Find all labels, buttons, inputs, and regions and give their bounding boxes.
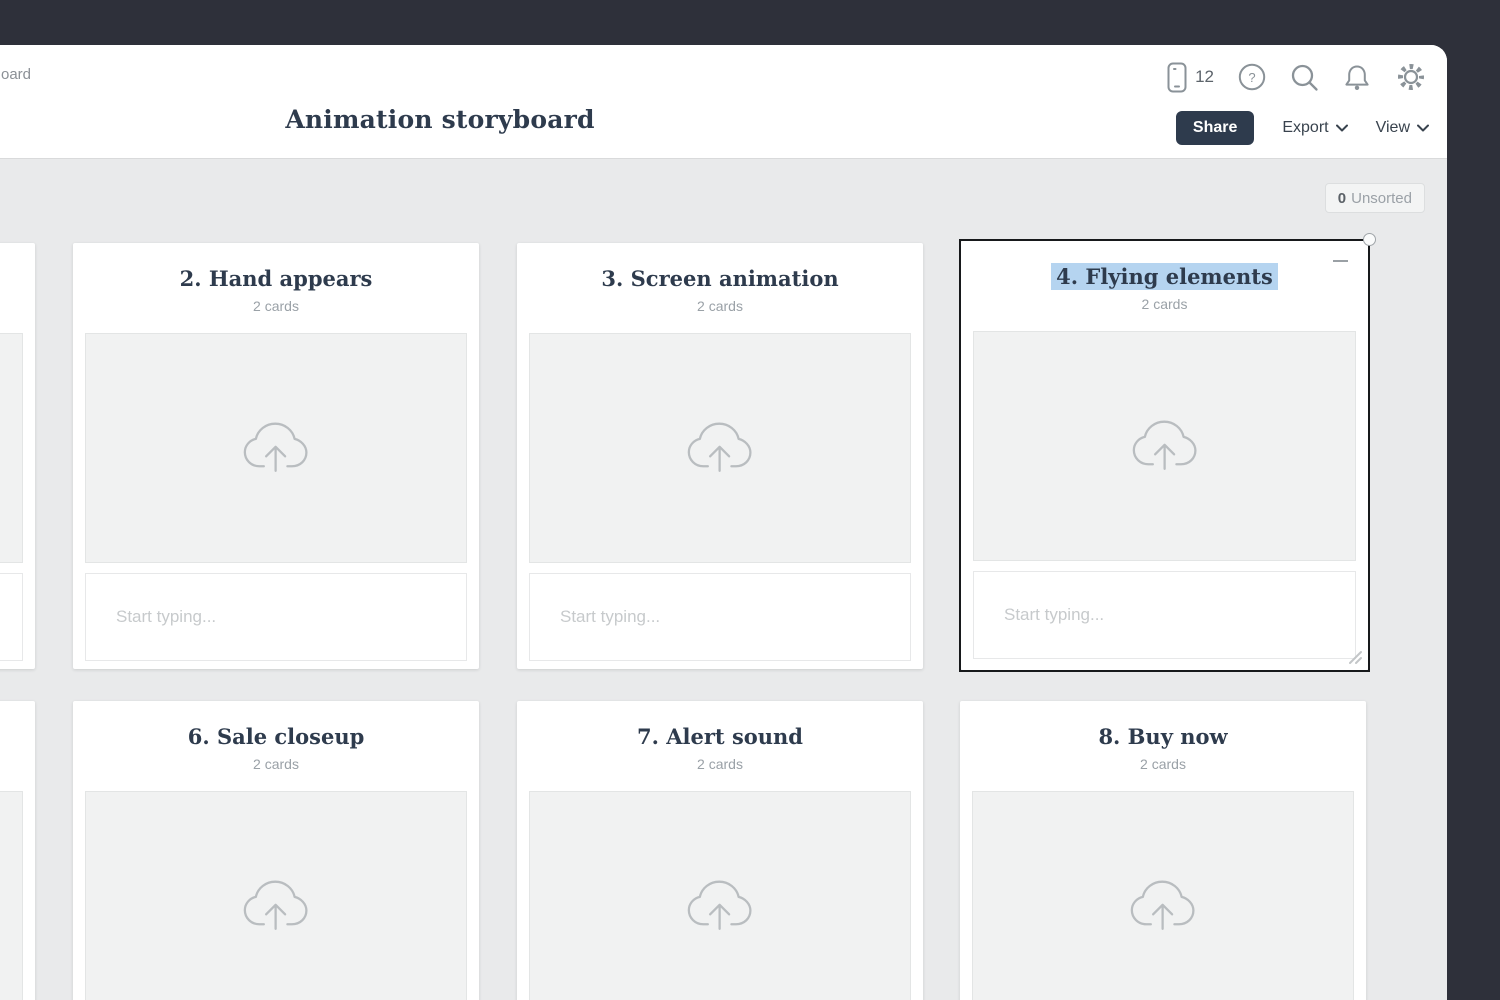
header-icon-row: 12 ? bbox=[1165, 61, 1427, 93]
note-input-placeholder: Start typing... bbox=[560, 607, 660, 627]
device-count-badge[interactable]: 12 bbox=[1165, 62, 1214, 93]
share-button[interactable]: Share bbox=[1176, 111, 1254, 145]
card-count: 2 cards bbox=[517, 298, 923, 314]
upload-dropzone[interactable] bbox=[972, 791, 1354, 1000]
upload-dropzone[interactable] bbox=[85, 333, 467, 563]
note-input[interactable]: Start typing... bbox=[85, 573, 467, 661]
card-sale-closeup[interactable]: 6. Sale closeup 2 cards Start typing... bbox=[73, 701, 479, 1000]
card-count: 2 cards bbox=[960, 756, 1366, 772]
upload-cloud-icon bbox=[682, 875, 758, 937]
chevron-down-icon bbox=[1417, 124, 1429, 132]
note-input-placeholder: Start typing... bbox=[116, 607, 216, 627]
help-icon[interactable]: ? bbox=[1238, 63, 1266, 91]
app-window: oard Animation storyboard 12 ? bbox=[0, 45, 1447, 1000]
card-alert-sound[interactable]: 7. Alert sound 2 cards Start typing... bbox=[517, 701, 923, 1000]
mobile-device-icon bbox=[1165, 62, 1189, 93]
unsorted-badge[interactable]: 0 Unsorted bbox=[1325, 183, 1425, 213]
card-title[interactable]: 4. Flying elements bbox=[961, 264, 1368, 294]
card-title[interactable]: 7. Alert sound bbox=[517, 724, 923, 754]
selection-resize-handle[interactable] bbox=[1363, 233, 1376, 246]
notifications-bell-icon[interactable] bbox=[1343, 63, 1371, 92]
card-buy-now[interactable]: 8. Buy now 2 cards Start typing... bbox=[960, 701, 1366, 1000]
card-count: 2 cards bbox=[73, 756, 479, 772]
card-count: 2 cards bbox=[517, 756, 923, 772]
card-title[interactable]: 2. Hand appears bbox=[73, 266, 479, 296]
card-title[interactable]: 3. Screen animation bbox=[517, 266, 923, 296]
export-menu-label: Export bbox=[1282, 119, 1328, 137]
upload-cloud-icon bbox=[682, 417, 758, 479]
app-header: oard Animation storyboard 12 ? bbox=[0, 45, 1447, 158]
header-action-row: Share Export View bbox=[1176, 111, 1429, 145]
upload-dropzone[interactable] bbox=[0, 333, 23, 563]
card-partial-5[interactable] bbox=[0, 701, 35, 1000]
view-menu-button[interactable]: View bbox=[1376, 119, 1429, 137]
chevron-down-icon bbox=[1336, 124, 1348, 132]
card-title[interactable]: 8. Buy now bbox=[960, 724, 1366, 754]
collapse-minus-icon[interactable] bbox=[1333, 260, 1348, 262]
upload-dropzone[interactable] bbox=[85, 791, 467, 1000]
note-input[interactable]: Start typing... bbox=[529, 573, 911, 661]
board-canvas[interactable]: 0 Unsorted 2. Hand appears 2 cards bbox=[0, 158, 1447, 1000]
card-count: 2 cards bbox=[961, 296, 1368, 312]
note-input[interactable] bbox=[0, 573, 23, 661]
upload-dropzone[interactable] bbox=[529, 791, 911, 1000]
search-icon[interactable] bbox=[1290, 63, 1319, 92]
upload-dropzone[interactable] bbox=[529, 333, 911, 563]
unsorted-label: Unsorted bbox=[1351, 190, 1412, 207]
upload-dropzone[interactable] bbox=[0, 791, 23, 1000]
page-title[interactable]: Animation storyboard bbox=[0, 105, 880, 134]
upload-cloud-icon bbox=[1127, 415, 1203, 477]
unsorted-count: 0 bbox=[1338, 190, 1346, 207]
card-hand-appears[interactable]: 2. Hand appears 2 cards Start typing... bbox=[73, 243, 479, 669]
selected-title-highlight: 4. Flying elements bbox=[1051, 263, 1278, 290]
upload-cloud-icon bbox=[1125, 875, 1201, 937]
card-count: 2 cards bbox=[73, 298, 479, 314]
upload-cloud-icon bbox=[238, 417, 314, 479]
breadcrumb[interactable]: oard bbox=[1, 66, 31, 83]
svg-text:?: ? bbox=[1248, 70, 1255, 85]
card-partial-1[interactable] bbox=[0, 243, 35, 669]
upload-cloud-icon bbox=[238, 875, 314, 937]
settings-gear-icon[interactable] bbox=[1395, 61, 1427, 93]
note-input[interactable]: Start typing... bbox=[973, 571, 1356, 659]
note-input-placeholder: Start typing... bbox=[1004, 605, 1104, 625]
resize-grip-icon[interactable] bbox=[1345, 647, 1363, 665]
card-flying-elements[interactable]: 4. Flying elements 2 cards Start typing.… bbox=[961, 241, 1368, 670]
card-title[interactable]: 6. Sale closeup bbox=[73, 724, 479, 754]
export-menu-button[interactable]: Export bbox=[1282, 119, 1347, 137]
selection-frame[interactable]: 4. Flying elements 2 cards Start typing.… bbox=[959, 239, 1370, 672]
card-title bbox=[0, 266, 35, 296]
view-menu-label: View bbox=[1376, 119, 1410, 137]
card-screen-animation[interactable]: 3. Screen animation 2 cards Start typing… bbox=[517, 243, 923, 669]
upload-dropzone[interactable] bbox=[973, 331, 1356, 561]
card-title bbox=[0, 724, 35, 754]
device-count: 12 bbox=[1195, 67, 1214, 87]
